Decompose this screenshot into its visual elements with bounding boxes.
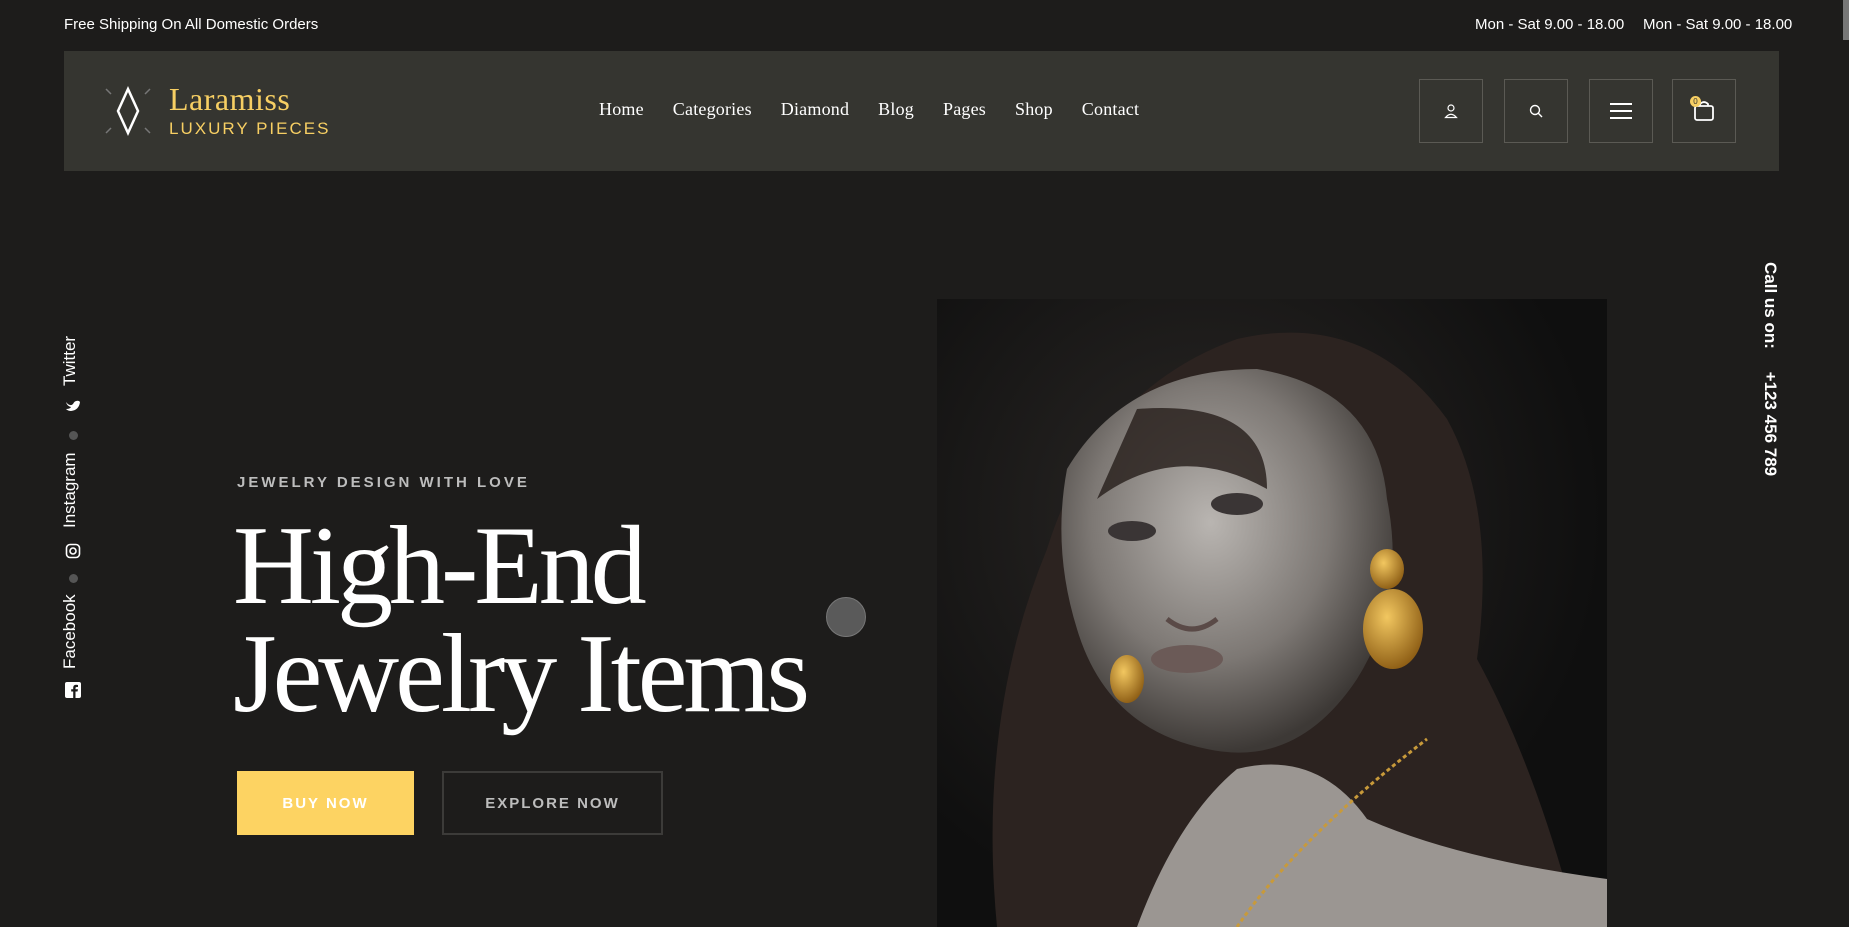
social-label: Twitter [60,335,79,386]
portrait-illustration [992,332,1607,927]
search-button[interactable] [1504,79,1568,143]
nav-item-blog[interactable]: Blog [878,99,914,120]
cart-button[interactable]: 0 [1672,79,1736,143]
nav-item-categories[interactable]: Categories [673,99,752,120]
instagram-icon[interactable] [65,543,81,559]
headline-line-2: Jewelry Items [233,612,810,736]
social-links: Twitter Instagram Facebook [60,330,88,700]
search-icon [1529,104,1543,118]
scrollbar-thumb[interactable] [1843,0,1849,40]
account-button[interactable] [1419,79,1483,143]
call-us-label: Call us on: [1761,262,1780,349]
shipping-promo: Free Shipping On All Domestic Orders [64,16,319,33]
menu-button[interactable] [1589,79,1653,143]
nav-item-shop[interactable]: Shop [1015,99,1053,120]
separator-dot [69,431,78,440]
hamburger-icon [1610,103,1632,119]
nav-item-contact[interactable]: Contact [1082,99,1139,120]
hero-headline: High-End Jewelry Items [233,504,810,736]
user-icon [1444,104,1458,119]
hero-eyebrow: JEWELRY DESIGN WITH LOVE [237,474,530,491]
buy-now-button[interactable]: BUY NOW [237,771,414,835]
slider-indicator[interactable] [826,597,866,637]
brand-tagline: LUXURY PIECES [169,119,331,138]
call-us: Call us on: +123 456 789 [1760,262,1780,476]
diamond-logo-icon[interactable] [102,85,154,137]
top-bar: Free Shipping On All Domestic Orders Mon… [0,0,1849,50]
explore-now-button[interactable]: EXPLORE NOW [442,771,663,835]
nav-item-diamond[interactable]: Diamond [781,99,849,120]
nav-item-pages[interactable]: Pages [943,99,986,120]
nav-item-home[interactable]: Home [599,99,644,120]
phone-number[interactable]: +123 456 789 [1761,372,1780,476]
opening-hours: Mon - Sat 9.00 - 18.00 [1643,16,1793,33]
facebook-icon[interactable] [65,682,81,698]
hero-model-image [937,299,1607,927]
opening-hours: Mon - Sat 9.00 - 18.00 [1475,16,1625,33]
twitter-icon[interactable] [65,398,81,414]
separator-dot [69,574,78,583]
cart-count-badge: 0 [1690,96,1701,107]
headline-line-1: High-End [233,504,647,628]
site-header: Laramiss LUXURY PIECES Home Categories D… [64,51,1779,171]
main-nav: Home Categories Diamond Blog Pages Shop … [599,99,1168,120]
brand-name[interactable]: Laramiss [169,81,290,118]
social-label: Facebook [60,594,79,669]
social-label: Instagram [60,452,79,528]
